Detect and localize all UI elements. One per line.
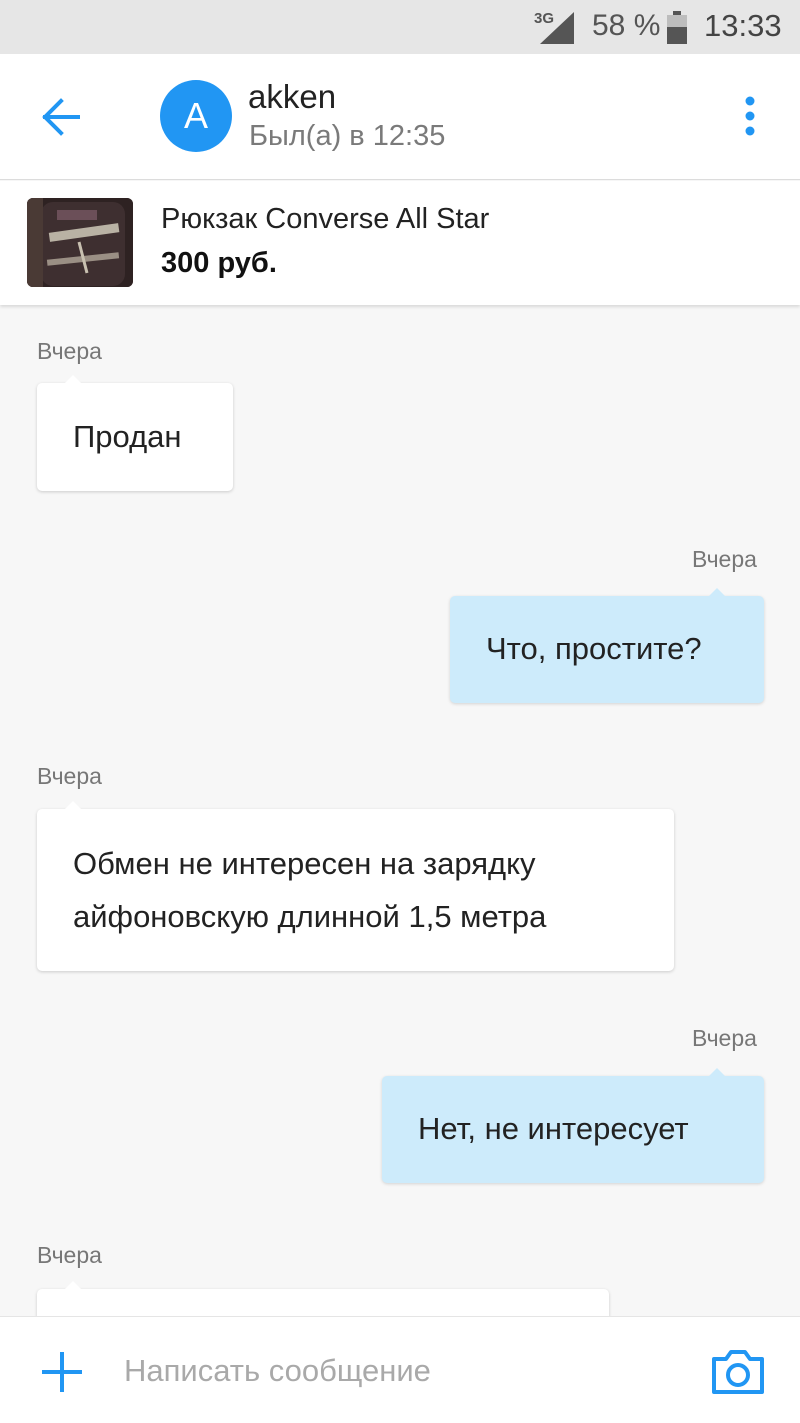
- message-incoming[interactable]: Продан: [37, 375, 233, 491]
- clock: 13:33: [704, 8, 782, 43]
- product-thumbnail[interactable]: [27, 198, 133, 287]
- avatar[interactable]: A: [160, 80, 232, 152]
- message-text-line: Обмен не интересен на зарядку: [73, 846, 536, 881]
- message-time: Вчера: [692, 1025, 757, 1051]
- network-type: 3G: [534, 10, 555, 27]
- message-time: Вчера: [692, 546, 757, 572]
- product-price: 300 руб.: [161, 247, 277, 279]
- message-text: Нет, не интересует: [418, 1111, 689, 1146]
- battery-icon: [667, 11, 687, 44]
- product-card[interactable]: Рюкзак Converse All Star 300 руб.: [0, 181, 800, 305]
- more-vertical-icon[interactable]: [744, 96, 756, 136]
- message-text: Продан: [73, 419, 182, 454]
- contact-name[interactable]: akken: [248, 78, 336, 116]
- back-arrow-icon[interactable]: [40, 97, 82, 137]
- message-text-line: айфоновскую длинной 1,5 метра: [73, 899, 547, 934]
- product-title[interactable]: Рюкзак Converse All Star: [161, 203, 489, 236]
- camera-icon[interactable]: [710, 1349, 766, 1395]
- message-time: Вчера: [37, 763, 102, 789]
- message-text: Что, простите?: [486, 631, 702, 666]
- message-outgoing[interactable]: Что, простите?: [450, 588, 764, 703]
- message-time: Вчера: [37, 1242, 102, 1268]
- message-input[interactable]: [124, 1347, 684, 1395]
- status-bar: 3G 58 % 13:33: [0, 0, 800, 54]
- battery-percent: 58 %: [592, 9, 661, 42]
- message-incoming[interactable]: Обмен не интересен на зарядку айфоновску…: [37, 801, 674, 971]
- message-composer: [0, 1316, 800, 1423]
- chat-header: A akken Был(а) в 12:35: [0, 54, 800, 180]
- plus-icon[interactable]: [40, 1350, 84, 1394]
- message-time: Вчера: [37, 338, 102, 364]
- message-outgoing[interactable]: Нет, не интересует: [382, 1068, 764, 1183]
- last-seen-status: Был(а) в 12:35: [249, 120, 446, 152]
